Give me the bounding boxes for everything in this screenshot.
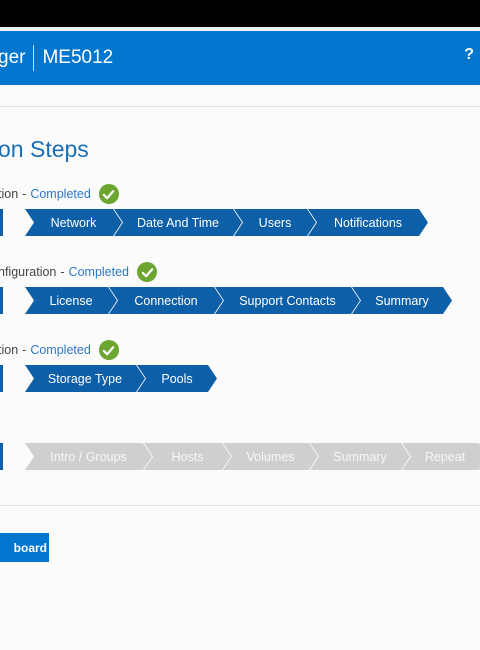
section-status-support-configuration: nfiguration - Completed [0,262,157,282]
step-users[interactable]: Users [234,209,316,236]
step-current-marker [0,443,3,470]
step-date-and-time[interactable]: Date And Time [114,209,242,236]
step-intro-groups[interactable]: Intro / Groups [25,443,152,470]
status-separator: - [22,187,27,201]
divider [0,505,480,506]
status-separator: - [60,265,65,279]
step-repeat[interactable]: Repeat [402,443,480,470]
section-label: nfiguration [0,265,57,279]
step-pools[interactable]: Pools [137,365,217,392]
step-notifications[interactable]: Notifications [308,209,428,236]
status-text: Completed [68,265,129,279]
step-current-marker [0,365,3,392]
app-header: ger ME5012 ? [0,31,480,85]
step-current-marker [0,209,3,236]
help-icon[interactable]: ? [464,46,474,64]
system-name: ME5012 [42,47,114,68]
divider [0,106,480,107]
step-current-marker [0,287,3,314]
step-network[interactable]: Network [25,209,122,236]
check-icon [137,262,157,282]
step-volumes[interactable]: Volumes [223,443,318,470]
app-name: ger [0,47,26,68]
step-summary[interactable]: Summary [352,287,452,314]
page-title: on Steps [0,136,89,162]
section-label: tion [0,343,19,357]
step-storage-type[interactable]: Storage Type [25,365,145,392]
check-icon [98,184,119,204]
status-text: Completed [30,187,91,201]
step-hosts[interactable]: Hosts [144,443,231,470]
section-status-system-settings: tion - Completed [0,184,119,204]
header-divider [33,45,35,71]
status-text: Completed [30,343,91,357]
window-top-bar [0,0,480,27]
step-connection[interactable]: Connection [109,287,223,314]
step-license[interactable]: License [25,287,117,314]
step-support-contacts[interactable]: Support Contacts [215,287,360,314]
section-label: tion [0,187,19,201]
step-summary[interactable]: Summary [310,443,410,470]
section-status-storage-configuration: tion - Completed [0,340,119,360]
dashboard-button[interactable]: board [0,533,49,562]
check-icon [98,340,119,360]
status-separator: - [22,343,27,357]
